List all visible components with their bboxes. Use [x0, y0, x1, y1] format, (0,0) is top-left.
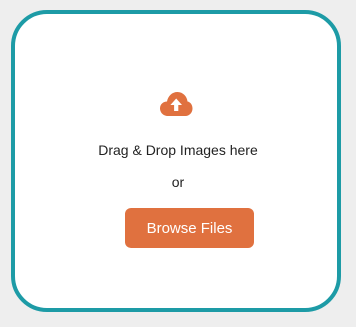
or-separator: or — [171, 174, 185, 190]
browse-files-button[interactable]: Browse Files — [125, 208, 254, 248]
dropzone-prompt: Drag & Drop Images here — [98, 142, 258, 158]
upload-dropzone[interactable] — [11, 10, 341, 312]
cloud-upload-icon — [159, 91, 193, 117]
